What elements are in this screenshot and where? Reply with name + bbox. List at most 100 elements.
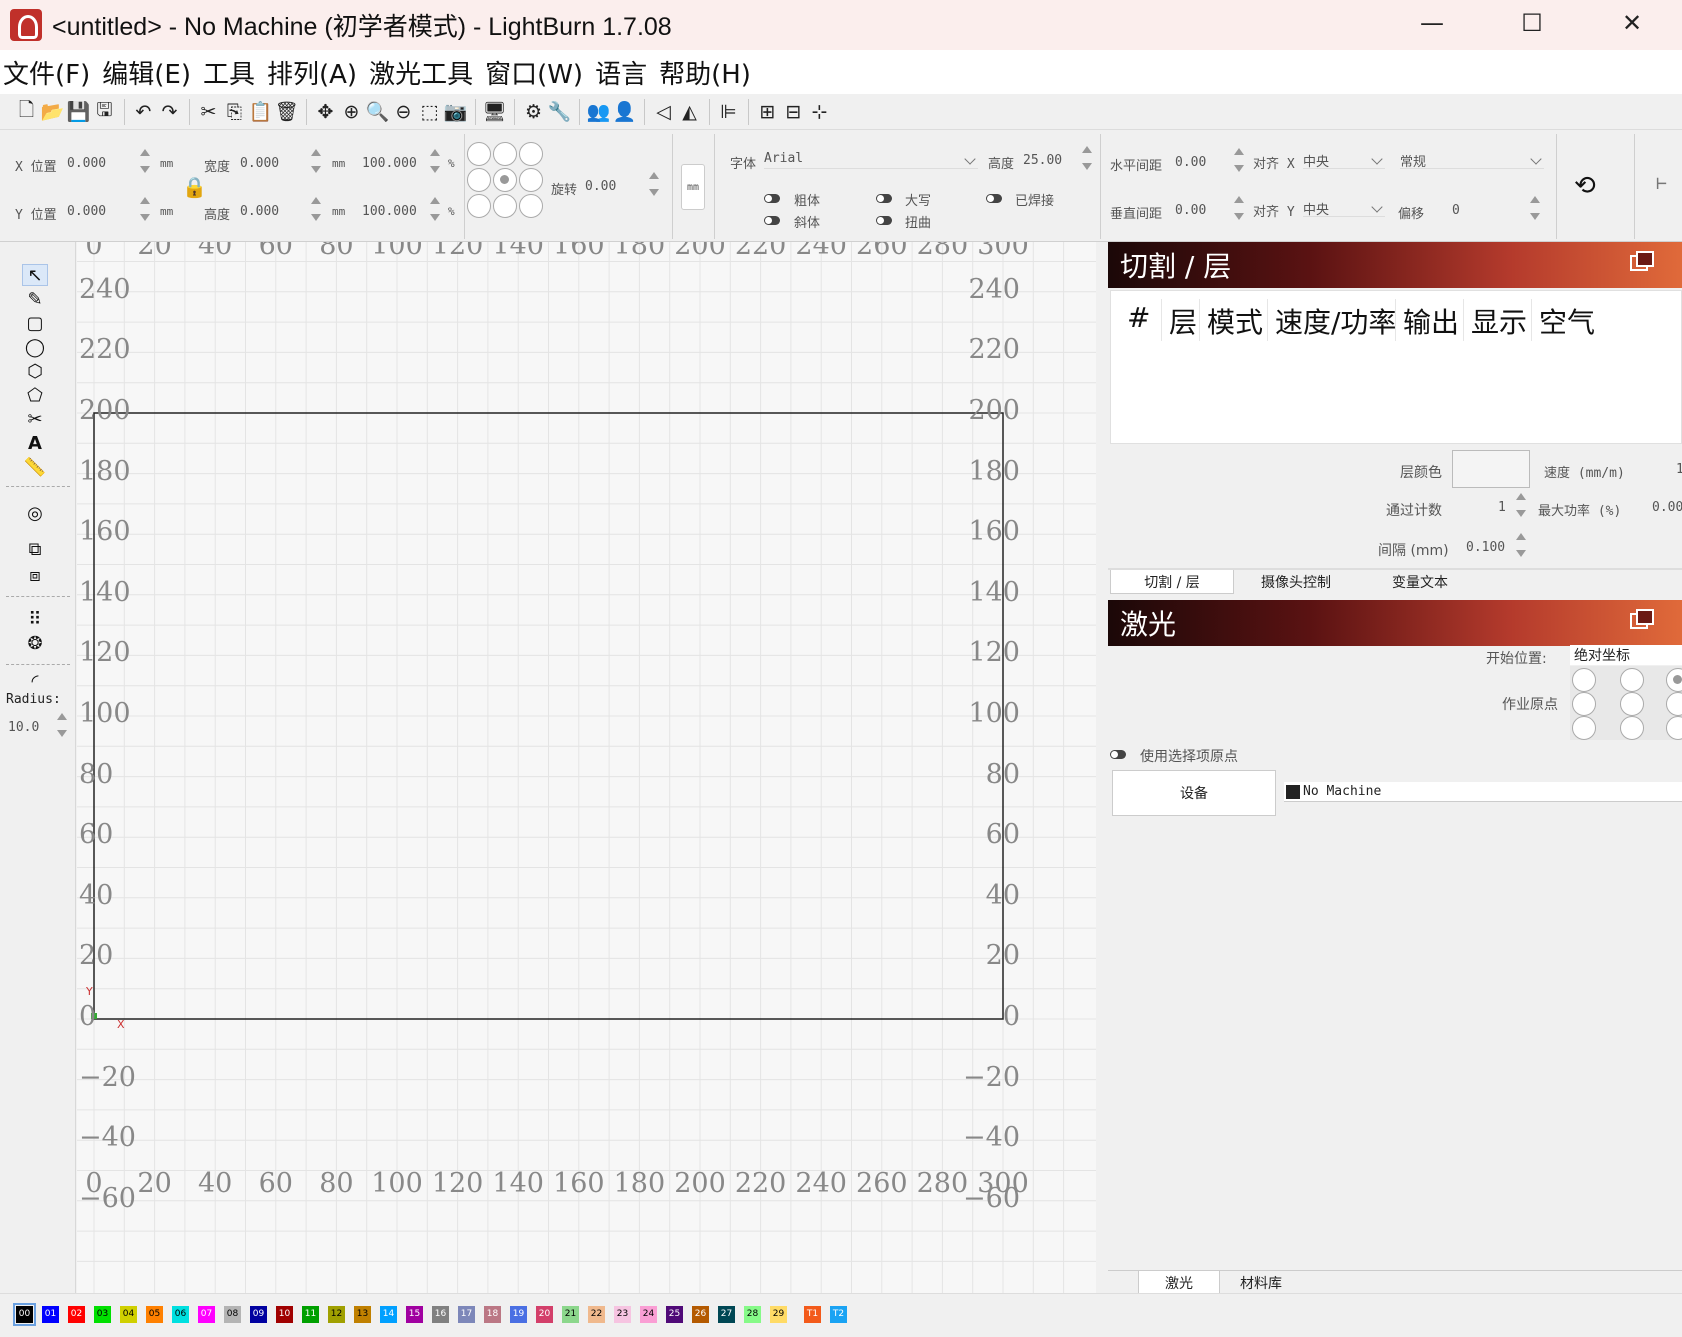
measure-icon[interactable]: 📏 [22,456,48,478]
copy-icon[interactable]: ⎘ [222,99,247,125]
delete-icon[interactable]: 🗑 [274,99,299,125]
scale-y-spinner[interactable] [428,194,442,224]
radius-input[interactable]: 10.0 [8,720,39,735]
tab-variable-text[interactable]: 变量文本 [1358,570,1482,594]
laser-float-window-icon[interactable] [1630,609,1654,629]
menu-language[interactable]: 语言 [592,54,656,91]
origin-top-center[interactable] [1620,668,1644,692]
anchor-middle-right[interactable] [519,168,543,192]
anchor-top-center[interactable] [493,142,517,166]
origin-bottom-center[interactable] [1620,716,1644,740]
anchor-bottom-right[interactable] [519,194,543,218]
scale-x-spinner[interactable] [428,146,442,176]
palette-swatch-08[interactable]: 08 [224,1306,241,1323]
menu-arrange[interactable]: 排列(A) [264,54,366,91]
save-as-icon[interactable]: 🖫 [92,99,117,125]
maximize-button[interactable]: ☐ [1482,0,1582,46]
palette-swatch-10[interactable]: 10 [276,1306,293,1323]
layers-column-header[interactable]: 输出 [1403,301,1459,341]
align-tool-icon[interactable]: ⊢ [1656,173,1667,194]
offset-shapes-icon[interactable]: ◎ [22,502,48,524]
radius-spinner[interactable] [55,710,69,740]
palette-swatch-24[interactable]: 24 [640,1306,657,1323]
menu-edit[interactable]: 编辑(E) [99,54,200,91]
y-position-input[interactable]: 0.000 [67,204,106,219]
layers-table[interactable]: # 层模式 速度/功率 输出 显示 空气 [1110,290,1682,444]
draw-lines-icon[interactable]: ✎ [22,288,48,310]
distort-toggle[interactable] [876,216,892,225]
interval-spinner[interactable] [1514,530,1528,560]
palette-swatch-01[interactable]: 01 [42,1306,59,1323]
palette-swatch-04[interactable]: 04 [120,1306,137,1323]
palette-swatch-26[interactable]: 26 [692,1306,709,1323]
use-selection-origin-toggle[interactable] [1110,750,1126,759]
float-window-icon[interactable] [1630,251,1654,271]
palette-swatch-12[interactable]: 12 [328,1306,345,1323]
height-spinner[interactable] [309,194,323,224]
zoom-out-icon[interactable]: ⊖ [391,99,416,125]
settings-icon[interactable]: ⚙ [521,99,546,125]
palette-swatch-14[interactable]: 14 [380,1306,397,1323]
origin-middle-left[interactable] [1572,692,1596,716]
palette-swatch-15[interactable]: 15 [406,1306,423,1323]
h-spacing-input[interactable]: 0.00 [1175,155,1206,170]
palette-swatch-20[interactable]: 20 [536,1306,553,1323]
palette-swatch-23[interactable]: 23 [614,1306,631,1323]
menu-window[interactable]: 窗口(W) [482,54,592,91]
v-spacing-input[interactable]: 0.00 [1175,203,1206,218]
palette-swatch-22[interactable]: 22 [588,1306,605,1323]
layer-color-swatch[interactable] [1452,450,1530,488]
palette-swatch-11[interactable]: 11 [302,1306,319,1323]
zoom-page-icon[interactable]: 🔍 [365,99,390,125]
close-button[interactable]: ✕ [1582,0,1682,46]
palette-swatch-29[interactable]: 29 [770,1306,787,1323]
font-height-spinner[interactable] [1080,143,1094,173]
palette-swatch-25[interactable]: 25 [666,1306,683,1323]
anchor-top-right[interactable] [519,142,543,166]
apply-path-icon[interactable]: ⟲ [1574,171,1596,201]
align-x-dropdown[interactable]: 中央 [1303,151,1385,170]
width-input[interactable]: 0.000 [240,156,279,171]
offset-spinner[interactable] [1528,193,1542,223]
italic-toggle[interactable] [764,216,780,225]
offset-input[interactable]: 0 [1452,203,1460,218]
palette-swatch-19[interactable]: 19 [510,1306,527,1323]
menu-help[interactable]: 帮助(H) [656,54,760,91]
x-position-input[interactable]: 0.000 [67,156,106,171]
scale-x-input[interactable]: 100.000 [362,156,417,171]
rotate-spinner[interactable] [647,169,661,199]
palette-swatch-28[interactable]: 28 [744,1306,761,1323]
select-tool-icon[interactable]: ↖ [22,264,48,286]
layers-column-header[interactable]: 空气 [1539,301,1595,341]
lock-ratio-icon[interactable]: 🔒 [182,175,207,199]
bold-toggle[interactable] [764,194,780,203]
grid-icon[interactable]: ⊹ [807,99,832,125]
palette-swatch-09[interactable]: 09 [250,1306,267,1323]
layers-column-header[interactable]: # [1127,301,1150,334]
anchor-center[interactable] [493,168,517,192]
rotate-input[interactable]: 0.00 [585,179,616,194]
passes-input[interactable]: 1 [1498,500,1506,515]
distribute-icon[interactable]: ⊞ [755,99,780,125]
font-style-dropdown[interactable]: 常规 [1400,151,1544,170]
paste-icon[interactable]: 📋 [248,99,273,125]
rectangle-icon[interactable]: ▢ [22,312,48,334]
menu-laser-tools[interactable]: 激光工具 [366,54,482,91]
palette-swatch-21[interactable]: 21 [562,1306,579,1323]
palette-swatch-17[interactable]: 17 [458,1306,475,1323]
align-left-icon[interactable]: ⊫ [716,99,741,125]
units-toggle-button[interactable]: mm [681,164,705,210]
anchor-top-left[interactable] [467,142,491,166]
group-icon[interactable]: 👥 [586,99,611,125]
scale-y-input[interactable]: 100.000 [362,204,417,219]
h-spacing-spinner[interactable] [1232,145,1246,175]
distribute-v-icon[interactable]: ⊟ [781,99,806,125]
layers-column-header[interactable]: 显示 [1471,301,1527,341]
layers-column-header[interactable]: 速度/功率 [1275,301,1396,341]
move-icon[interactable]: ✥ [313,99,338,125]
trim-scissors-icon[interactable]: ✂ [22,408,48,430]
text-tool-icon[interactable]: A [22,432,48,454]
save-icon[interactable]: 💾 [66,99,91,125]
start-from-dropdown[interactable]: 绝对坐标 [1570,645,1682,665]
layers-column-header[interactable]: 层 [1169,301,1197,341]
